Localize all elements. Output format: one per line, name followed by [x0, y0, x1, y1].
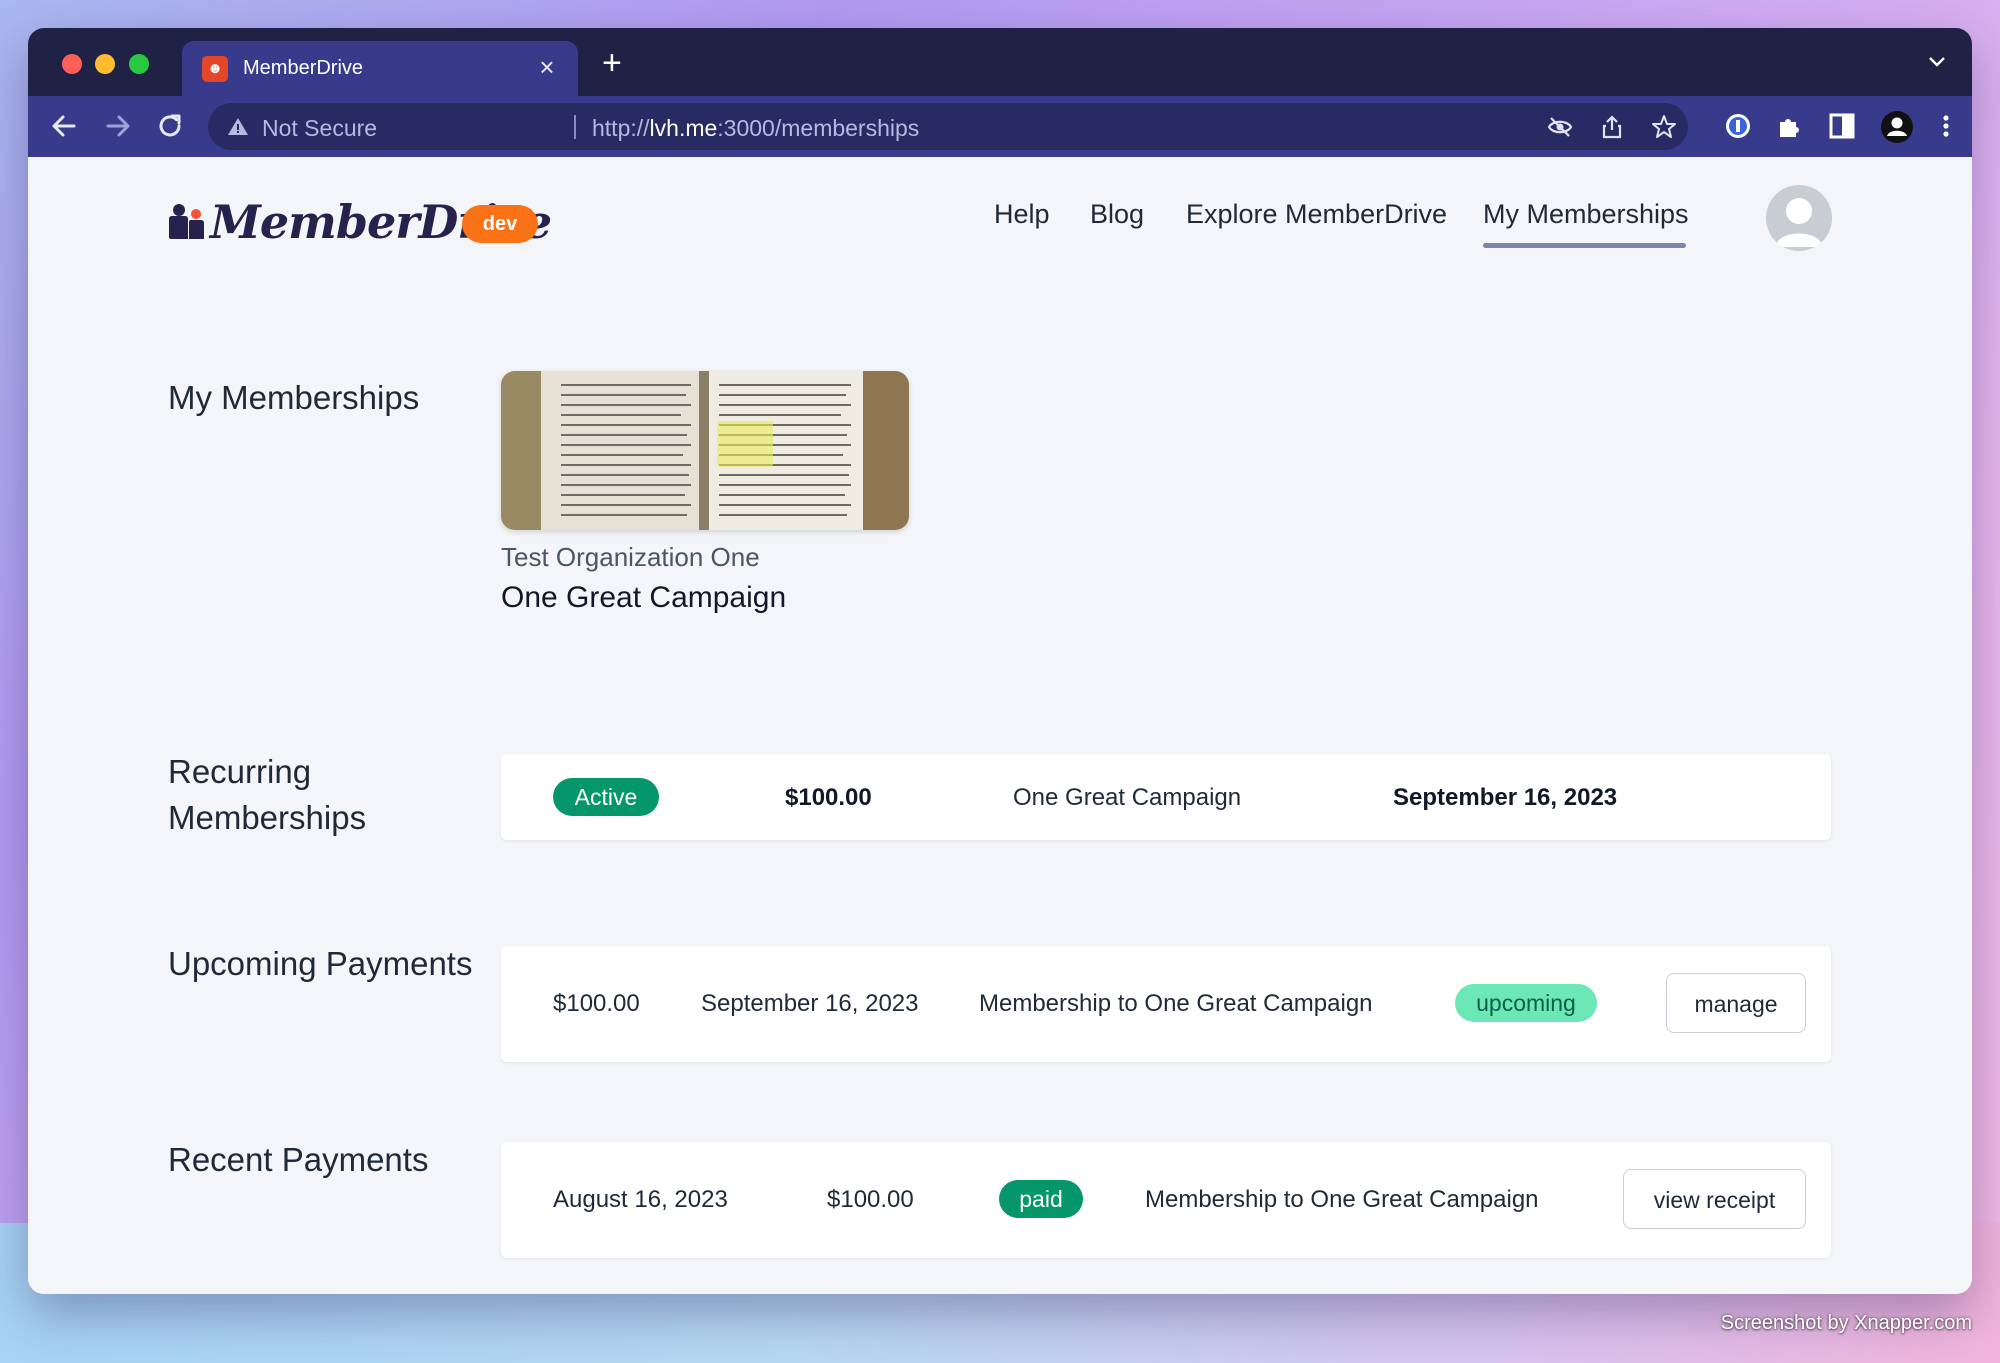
active-nav-indicator — [1483, 243, 1686, 248]
url-path: :3000/memberships — [717, 115, 920, 141]
status-badge-paid: paid — [999, 1180, 1083, 1218]
recurring-amount: $100.00 — [785, 784, 872, 811]
organization-name: Test Organization One — [501, 542, 760, 572]
page-content: MemberDrive dev Help Blog Explore Member… — [28, 157, 1972, 1294]
share-icon[interactable] — [1598, 113, 1626, 141]
profile-icon[interactable] — [1880, 110, 1913, 143]
browser-tab[interactable]: ☻ MemberDrive × — [182, 41, 578, 96]
upcoming-payment-card: $100.00 September 16, 2023 Membership to… — [501, 946, 1831, 1062]
browser-window: ☻ MemberDrive × + Not Secure http://lvh.… — [28, 28, 1972, 1294]
recent-description: Membership to One Great Campaign — [1145, 1186, 1539, 1213]
nav-link-explore[interactable]: Explore MemberDrive — [1186, 199, 1447, 230]
memberdrive-favicon-icon: ☻ — [202, 56, 228, 82]
tab-title: MemberDrive — [243, 57, 364, 79]
recurring-date: September 16, 2023 — [1393, 784, 1618, 811]
manage-button[interactable]: manage — [1666, 973, 1806, 1033]
section-title-my-memberships: My Memberships — [168, 379, 420, 416]
minimize-window-button[interactable] — [95, 54, 115, 74]
nav-link-help[interactable]: Help — [994, 199, 1050, 230]
password-manager-extension-icon[interactable] — [1722, 110, 1754, 142]
campaign-name-link[interactable]: One Great Campaign — [501, 581, 786, 615]
reload-icon[interactable] — [152, 108, 188, 144]
nav-link-blog[interactable]: Blog — [1090, 199, 1144, 230]
campaign-thumbnail-image[interactable] — [501, 371, 909, 530]
tab-bar: ☻ MemberDrive × + — [28, 28, 1972, 96]
bookmark-star-icon[interactable] — [1650, 113, 1678, 141]
close-window-button[interactable] — [62, 54, 82, 74]
extensions-puzzle-icon[interactable] — [1774, 110, 1806, 142]
environment-badge: dev — [462, 205, 538, 243]
browser-toolbar: Not Secure http://lvh.me:3000/membership… — [28, 96, 1972, 157]
url-text[interactable]: http://lvh.me:3000/memberships — [592, 115, 919, 142]
address-bar-divider — [574, 115, 576, 139]
section-title-upcoming-payments: Upcoming Payments — [168, 945, 473, 982]
recent-payment-card: August 16, 2023 $100.00 paid Membership … — [501, 1142, 1831, 1258]
tab-list-chevron-down-icon[interactable] — [1928, 52, 1946, 73]
recurring-campaign: One Great Campaign — [1013, 784, 1242, 811]
recurring-membership-card: Active $100.00 One Great Campaign Septem… — [501, 754, 1831, 840]
section-title-recurring-memberships: Recurring Memberships — [168, 753, 367, 836]
section-title-recent-payments: Recent Payments — [168, 1141, 429, 1178]
back-arrow-icon[interactable] — [46, 108, 82, 144]
recent-date: August 16, 2023 — [553, 1186, 728, 1213]
eye-off-icon[interactable] — [1546, 113, 1574, 141]
tab-close-icon[interactable]: × — [532, 52, 562, 82]
upcoming-amount: $100.00 — [553, 990, 640, 1017]
warning-icon — [228, 118, 248, 135]
side-panel-icon[interactable] — [1826, 110, 1858, 142]
url-scheme: http:// — [592, 115, 650, 141]
watermark-text: Screenshot by Xnapper.com — [1720, 1312, 1972, 1334]
upcoming-date: September 16, 2023 — [701, 990, 919, 1017]
upcoming-description: Membership to One Great Campaign — [979, 990, 1373, 1017]
address-bar[interactable]: Not Secure http://lvh.me:3000/membership… — [208, 103, 1688, 150]
new-tab-button[interactable]: + — [602, 46, 622, 80]
view-receipt-button[interactable]: view receipt — [1623, 1169, 1806, 1229]
user-silhouette-icon — [1775, 198, 1823, 247]
recent-amount: $100.00 — [827, 1186, 914, 1213]
maximize-window-button[interactable] — [129, 54, 149, 74]
security-status-label[interactable]: Not Secure — [262, 115, 377, 142]
url-host: lvh.me — [649, 115, 718, 141]
browser-menu-icon[interactable] — [1930, 110, 1962, 142]
memberdrive-logo-icon — [169, 204, 204, 239]
status-badge-active: Active — [553, 778, 659, 816]
status-badge-upcoming: upcoming — [1455, 984, 1597, 1022]
nav-link-my-memberships[interactable]: My Memberships — [1483, 199, 1689, 230]
user-avatar[interactable] — [1766, 185, 1832, 251]
forward-arrow-icon[interactable] — [100, 108, 136, 144]
